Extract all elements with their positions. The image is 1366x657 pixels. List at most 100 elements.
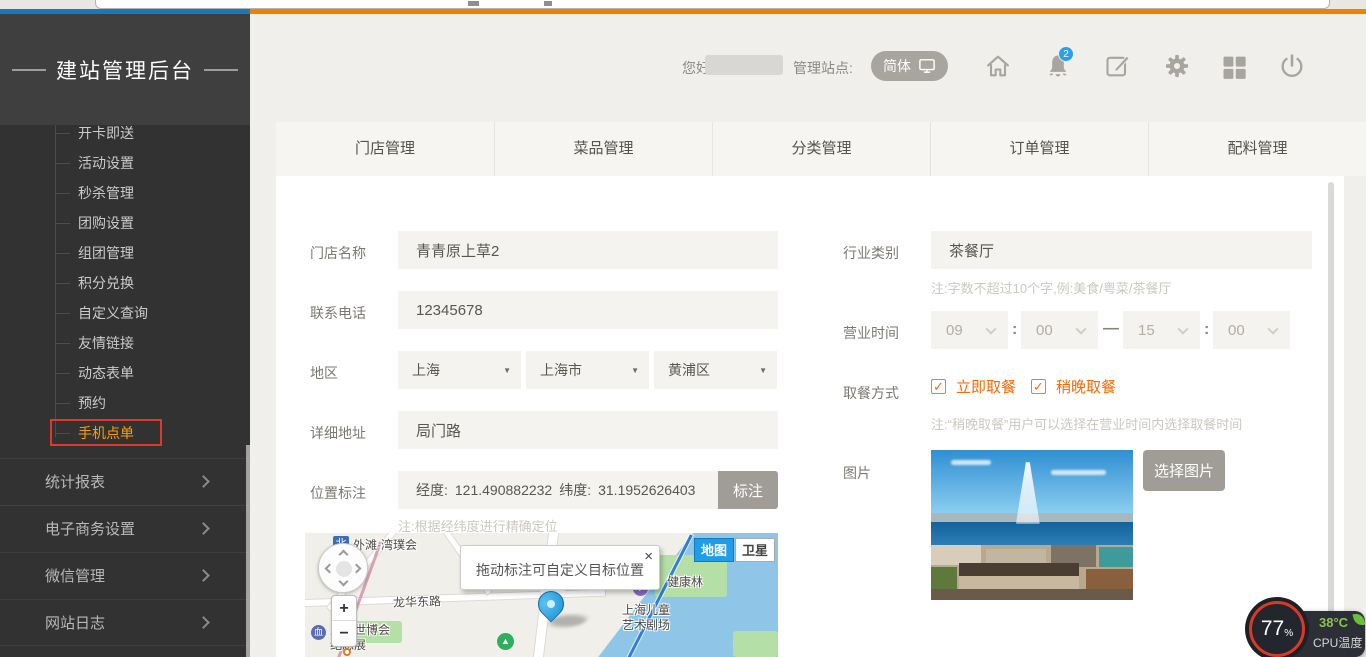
store-form-panel: 门店名称 青青原上草2 联系电话 12345678 地区 上海 ▼ 上海市 ▼ … [276,176,1344,657]
store-name-input[interactable]: 青青原上草2 [398,231,778,269]
store-photo [931,450,1133,600]
zoom-out-button[interactable]: − [332,621,356,646]
cpu-usage-percent: 77 [1261,617,1284,641]
map-tooltip-text: 拖动标注可自定义目标位置 [476,560,644,580]
sidebar-item-points-exchange[interactable]: 积分兑换 [0,268,250,298]
tab-store-management[interactable]: 门店管理 [276,122,494,176]
choose-image-button[interactable]: 选择图片 [1143,450,1225,491]
cpu-temperature-label: CPU温度 [1313,634,1362,651]
map-widget[interactable]: 外滩·湾璞会 龙华东路 上海世博会 纪念展 健康林 上海儿童 艺术剧场 血 ♪ … [305,533,778,657]
tab-category-management[interactable]: 分类管理 [712,122,930,176]
sidebar-group-ecommerce[interactable]: 电子商务设置 [0,505,250,552]
district-select[interactable]: 黄浦区 ▼ [654,351,777,389]
mark-location-button[interactable]: 标注 [718,471,778,509]
map-type-satellite-button[interactable]: 卫星 [735,538,775,562]
grid-icon [1220,52,1248,80]
sidebar-item-group-management[interactable]: 组团管理 [0,238,250,268]
manage-site-label: 管理站点: [793,58,853,78]
time-range-dash: — [1103,320,1119,338]
sidebar-item-friend-links[interactable]: 友情链接 [0,328,250,358]
small-poi-dot [343,648,351,656]
chevron-right-icon [197,475,210,488]
map-label-road: 龙华东路 [393,592,442,611]
photo-cloud [951,460,991,465]
logout-button[interactable] [1278,52,1306,80]
tab-dish-management[interactable]: 菜品管理 [494,122,712,176]
system-monitor-widget[interactable]: 38°C CPU温度 77 % [1247,601,1366,657]
home-button[interactable] [984,52,1012,80]
map-label-theater-2: 艺术剧场 [622,616,670,633]
dropdown-arrow-icon: ▼ [631,366,639,375]
close-minute-select[interactable]: 00 [1213,311,1290,349]
username-redacted [705,55,783,75]
edit-icon [1104,52,1132,80]
chevron-right-icon [197,569,210,582]
pickup-label: 取餐方式 [843,383,899,403]
map-type-map-button[interactable]: 地图 [694,538,734,562]
apps-grid-button[interactable] [1220,52,1248,80]
sidebar-item-reservation[interactable]: 预约 [0,388,250,418]
pan-down-icon[interactable] [339,577,349,587]
time-colon: : [1012,321,1017,339]
edit-button[interactable] [1104,52,1132,80]
time-colon: : [1204,321,1209,339]
sidebar-group-wechat[interactable]: 微信管理 [0,552,250,599]
photo-city [931,545,1133,601]
settings-button[interactable] [1163,52,1191,80]
browser-address-bar[interactable] [95,0,1330,9]
store-name-value: 青青原上草2 [416,240,499,261]
app-title-text: 建站管理后台 [56,55,194,85]
image-label: 图片 [843,463,871,483]
open-minute-select[interactable]: 00 [1021,311,1098,349]
sidebar-item-card-gift[interactable]: 开卡即送 [0,118,250,148]
sidebar-item-dynamic-forms[interactable]: 动态表单 [0,358,250,388]
sidebar-scrollbar[interactable] [246,445,250,657]
location-label: 位置标注 [310,483,366,503]
close-hour-value: 15 [1138,322,1155,339]
pickup-now-checkbox[interactable]: ✓ 立即取餐 [931,376,1016,397]
coordinates-input[interactable]: 经度: 121.490882232 纬度: 31.1952626403 [398,471,718,509]
sidebar-group-statistics[interactable]: 统计报表 [0,458,250,505]
sidebar-item-flashsale[interactable]: 秒杀管理 [0,178,250,208]
map-tooltip: 拖动标注可自定义目标位置 × [460,545,660,590]
home-icon [984,52,1012,80]
content-scrollbar[interactable] [1328,182,1334,652]
checkbox-checked-icon[interactable]: ✓ [1031,379,1046,394]
chevron-right-icon [197,616,210,629]
sidebar-item-activity-settings[interactable]: 活动设置 [0,148,250,178]
province-select[interactable]: 上海 ▼ [398,351,521,389]
city-select[interactable]: 上海市 ▼ [526,351,649,389]
sidebar-item-custom-query[interactable]: 自定义查询 [0,298,250,328]
industry-input[interactable]: 茶餐厅 [931,231,1312,269]
chevron-down-icon [985,323,996,334]
pan-left-icon[interactable] [325,564,335,574]
power-icon [1278,52,1306,80]
browser-bottom-strip [0,0,1366,9]
tab-order-management[interactable]: 订单管理 [930,122,1148,176]
map-zoom-control: + − [331,595,357,647]
phone-input[interactable]: 12345678 [398,291,778,329]
address-input[interactable]: 局门路 [398,411,778,449]
group-label: 统计报表 [45,474,105,491]
pan-center[interactable] [336,561,352,577]
close-hour-select[interactable]: 15 [1123,311,1200,349]
zoom-in-button[interactable]: + [332,596,356,621]
longitude-value: 121.490882232 [455,482,552,498]
photo-cloud [1051,470,1106,475]
sidebar-submenu: 开卡即送 活动设置 秒杀管理 团购设置 组团管理 积分兑换 自定义查询 友情链接… [0,118,250,448]
map-pan-control[interactable] [318,543,368,593]
open-hour-select[interactable]: 09 [931,311,1008,349]
tab-bar: 门店管理 菜品管理 分类管理 订单管理 配料管理 [276,122,1366,176]
pan-right-icon[interactable] [352,564,362,574]
language-pill-button[interactable]: 简体 [871,51,948,81]
notifications-button[interactable]: 2 [1044,52,1072,80]
pickup-note: 注:“稍晚取餐”用户可以选择在营业时间内选择取餐时间 [931,414,1242,433]
pickup-later-checkbox[interactable]: ✓ 稍晚取餐 [1031,376,1116,397]
pan-up-icon[interactable] [339,550,349,560]
close-icon[interactable]: × [644,548,653,565]
checkbox-checked-icon[interactable]: ✓ [931,379,946,394]
city-value: 上海市 [540,360,582,380]
tab-ingredient-management[interactable]: 配料管理 [1148,122,1366,176]
sidebar-item-groupbuy-settings[interactable]: 团购设置 [0,208,250,238]
sidebar-group-site-logs[interactable]: 网站日志 [0,599,250,646]
